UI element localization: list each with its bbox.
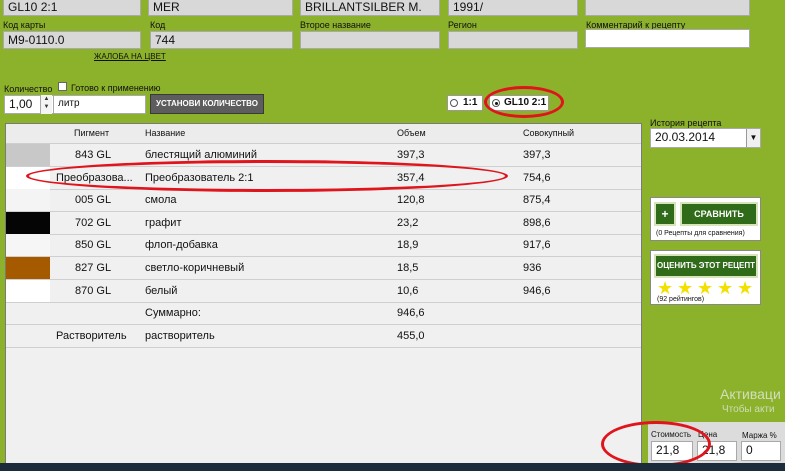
- quantity-label: Количество: [4, 84, 53, 94]
- cumulative-cell: 946,6: [523, 284, 551, 297]
- pigment-cell: 870 GL: [75, 284, 112, 297]
- table-row[interactable]: 850 GL флоп-добавка 18,9 917,6: [6, 234, 641, 258]
- code-field[interactable]: 744: [150, 31, 293, 49]
- solvent-row: Растворитель растворитель 455,0: [6, 325, 641, 348]
- code-label: Код: [150, 20, 166, 30]
- second-name-field[interactable]: [300, 31, 440, 49]
- history-label: История рецепта: [650, 118, 722, 128]
- compare-button[interactable]: СРАВНИТЬ: [680, 202, 758, 226]
- volume-cell: 120,8: [397, 194, 425, 207]
- add-compare-button[interactable]: +: [654, 202, 676, 226]
- rating-star-icon[interactable]: ★: [737, 279, 753, 297]
- compare-panel: + СРАВНИТЬ (0 Рецепты для сравнения): [650, 197, 761, 241]
- region-field[interactable]: [448, 31, 578, 49]
- table-header: Пигмент Название Объем Совокупный: [6, 124, 641, 144]
- top-extra-field[interactable]: [585, 0, 750, 16]
- table-row[interactable]: 005 GL смола 120,8 875,4: [6, 189, 641, 213]
- unit-field[interactable]: литр: [53, 95, 146, 114]
- pigment-cell: 827 GL: [75, 262, 112, 274]
- compare-note: (0 Рецепты для сравнения): [656, 230, 745, 237]
- table-row[interactable]: 702 GL графит 23,2 898,6: [6, 211, 641, 235]
- name-cell: графит: [145, 216, 182, 229]
- color-swatch: [6, 257, 50, 279]
- color-swatch: [6, 189, 50, 212]
- ratio-option-1-1[interactable]: 1:1: [447, 95, 483, 111]
- color-name-field[interactable]: BRILLANTSILBER M.: [300, 0, 440, 16]
- volume-cell: 10,6: [397, 284, 419, 297]
- solvent-pigment: Растворитель: [56, 330, 127, 342]
- second-name-label: Второе название: [300, 20, 371, 30]
- pigment-cell: 005 GL: [75, 194, 112, 207]
- rating-star-icon[interactable]: ★: [657, 279, 673, 297]
- color-swatch: [6, 211, 50, 234]
- activation-watermark-sub: Чтобы акти: [722, 404, 775, 415]
- ratio-highlight-oval: [484, 86, 564, 118]
- quantity-stepper[interactable]: ▲ ▼: [40, 95, 52, 114]
- chevron-down-icon[interactable]: ▼: [746, 129, 760, 147]
- cumulative-cell: 936: [523, 262, 542, 274]
- taskbar: [0, 463, 785, 471]
- name-cell: светло-коричневый: [145, 262, 245, 274]
- color-swatch: [6, 144, 50, 166]
- ratio-option-label: 1:1: [463, 97, 478, 108]
- card-code-label: Код карты: [3, 20, 46, 30]
- region-label: Регион: [448, 20, 477, 30]
- volume-cell: 18,5: [397, 262, 419, 274]
- ready-checkbox[interactable]: [58, 82, 67, 91]
- volume-cell: 18,9: [397, 239, 419, 252]
- summary-volume: 946,6: [397, 307, 425, 319]
- table-row[interactable]: 827 GL светло-коричневый 18,5 936: [6, 257, 641, 280]
- margin-label: Маржа %: [742, 431, 777, 440]
- pigment-cell: 850 GL: [75, 239, 112, 252]
- summary-row: Суммарно: 946,6: [6, 302, 641, 325]
- activation-watermark: Активаци: [720, 386, 781, 402]
- year-field[interactable]: 1991/: [448, 0, 578, 16]
- summary-label: Суммарно:: [145, 307, 201, 319]
- name-cell: флоп-добавка: [145, 239, 218, 252]
- table-row[interactable]: 870 GL белый 10,6 946,6: [6, 279, 641, 303]
- margin-value[interactable]: 0: [741, 441, 781, 461]
- radio-unselected-icon: [450, 99, 458, 107]
- rating-star-icon[interactable]: ★: [717, 279, 733, 297]
- cumulative-cell: 917,6: [523, 239, 551, 252]
- volume-cell: 23,2: [397, 216, 419, 229]
- pigment-cell: 843 GL: [75, 149, 112, 161]
- card-code-field[interactable]: M9-0110.0: [3, 31, 141, 49]
- history-dropdown[interactable]: 20.03.2014: [650, 128, 761, 148]
- color-swatch: [6, 279, 50, 302]
- rating-star-icon[interactable]: ★: [697, 279, 713, 297]
- converter-highlight-oval: [26, 160, 508, 192]
- cumulative-cell: 875,4: [523, 194, 551, 207]
- rating-panel: ОЦЕНИТЬ ЭТОТ РЕЦЕПТ ★ ★ ★ ★ ★ (92 рейтингов): [650, 250, 761, 305]
- volume-cell: 397,3: [397, 149, 425, 161]
- name-cell: смола: [145, 194, 177, 207]
- comment-field[interactable]: [585, 29, 750, 48]
- color-swatch: [6, 234, 50, 257]
- column-header-pigment[interactable]: Пигмент: [74, 128, 109, 138]
- cumulative-cell: 898,6: [523, 216, 551, 229]
- color-complaint-link[interactable]: ЖАЛОБА НА ЦВЕТ: [94, 52, 166, 61]
- column-header-cumulative[interactable]: Совокупный: [523, 128, 574, 138]
- column-header-name[interactable]: Название: [145, 128, 185, 138]
- cumulative-cell: 754,6: [523, 171, 551, 184]
- pigment-cell: 702 GL: [75, 216, 112, 229]
- rating-count: (92 рейтингов): [657, 296, 705, 303]
- ready-label: Готово к применению: [71, 83, 161, 93]
- solvent-volume: 455,0: [397, 330, 425, 342]
- cumulative-cell: 397,3: [523, 149, 551, 161]
- solvent-name: растворитель: [145, 330, 215, 342]
- recipe-code-field[interactable]: GL10 2:1: [3, 0, 141, 16]
- set-quantity-button[interactable]: УСТАНОВИ КОЛИЧЕСТВО: [150, 94, 264, 114]
- brand-field[interactable]: MER: [148, 0, 293, 16]
- column-header-volume[interactable]: Объем: [397, 128, 426, 138]
- cost-highlight-oval: [601, 421, 711, 467]
- name-cell: белый: [145, 284, 178, 297]
- rating-star-icon[interactable]: ★: [677, 279, 693, 297]
- rate-recipe-button[interactable]: ОЦЕНИТЬ ЭТОТ РЕЦЕПТ: [654, 254, 758, 278]
